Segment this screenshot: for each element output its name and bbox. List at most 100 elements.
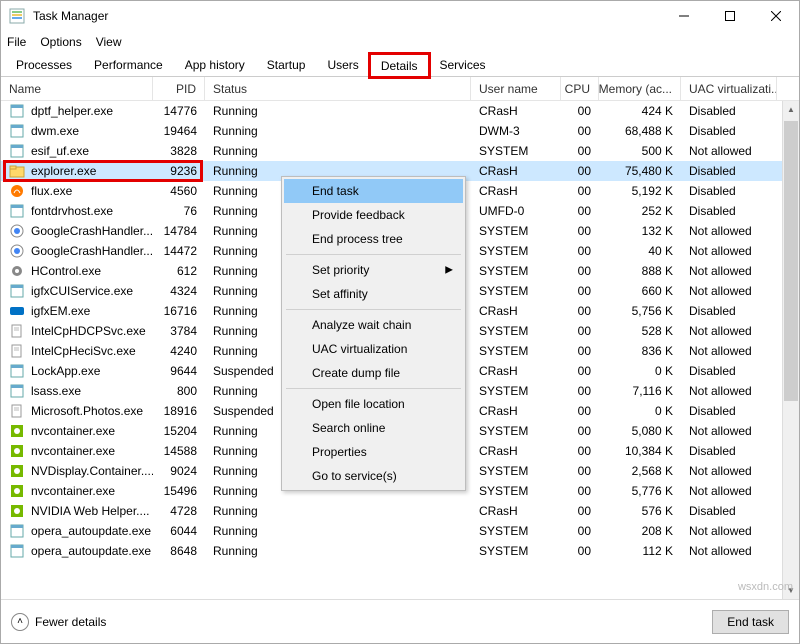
process-icon bbox=[9, 123, 25, 139]
process-icon bbox=[9, 543, 25, 559]
process-cpu: 00 bbox=[561, 404, 599, 418]
process-icon bbox=[9, 323, 25, 339]
process-name: igfxEM.exe bbox=[31, 304, 90, 318]
process-cpu: 00 bbox=[561, 104, 599, 118]
process-cpu: 00 bbox=[561, 384, 599, 398]
process-user: SYSTEM bbox=[471, 464, 561, 478]
col-pid[interactable]: PID bbox=[153, 77, 205, 100]
table-row[interactable]: esif_uf.exe3828RunningSYSTEM00500 KNot a… bbox=[1, 141, 799, 161]
process-status: Running bbox=[205, 544, 471, 558]
process-uac: Disabled bbox=[681, 404, 777, 418]
menu-options[interactable]: Options bbox=[40, 35, 81, 49]
process-pid: 18916 bbox=[153, 404, 205, 418]
process-name: dptf_helper.exe bbox=[31, 104, 113, 118]
menu-item-properties[interactable]: Properties bbox=[284, 440, 463, 464]
col-uac[interactable]: UAC virtualizati... bbox=[681, 77, 777, 100]
process-status: Running bbox=[205, 104, 471, 118]
process-user: CRasH bbox=[471, 364, 561, 378]
process-pid: 15496 bbox=[153, 484, 205, 498]
process-memory: 5,776 K bbox=[599, 484, 681, 498]
process-icon bbox=[9, 343, 25, 359]
menu-item-end-task[interactable]: End task bbox=[284, 179, 463, 203]
menu-view[interactable]: View bbox=[96, 35, 122, 49]
process-pid: 19464 bbox=[153, 124, 205, 138]
menu-file[interactable]: File bbox=[7, 35, 26, 49]
menu-item-set-affinity[interactable]: Set affinity bbox=[284, 282, 463, 306]
process-cpu: 00 bbox=[561, 484, 599, 498]
col-user[interactable]: User name bbox=[471, 77, 561, 100]
table-row[interactable]: NVIDIA Web Helper....4728RunningCRasH005… bbox=[1, 501, 799, 521]
fewer-details-button[interactable]: ˄ Fewer details bbox=[11, 613, 106, 631]
column-headers: Name PID Status User name CPU Memory (ac… bbox=[1, 77, 799, 101]
process-pid: 8648 bbox=[153, 544, 205, 558]
window-controls bbox=[661, 1, 799, 31]
tab-details[interactable]: Details bbox=[370, 54, 429, 77]
process-icon bbox=[9, 423, 25, 439]
end-task-button[interactable]: End task bbox=[712, 610, 789, 634]
tab-services[interactable]: Services bbox=[429, 53, 497, 76]
tab-performance[interactable]: Performance bbox=[83, 53, 174, 76]
process-uac: Not allowed bbox=[681, 524, 777, 538]
scroll-up-arrow-icon[interactable]: ▲ bbox=[783, 101, 799, 118]
table-row[interactable]: opera_autoupdate.exe8648RunningSYSTEM001… bbox=[1, 541, 799, 561]
process-name: dwm.exe bbox=[31, 124, 79, 138]
process-uac: Not allowed bbox=[681, 244, 777, 258]
process-uac: Disabled bbox=[681, 124, 777, 138]
minimize-button[interactable] bbox=[661, 1, 707, 31]
menu-item-create-dump-file[interactable]: Create dump file bbox=[284, 361, 463, 385]
window-title: Task Manager bbox=[33, 9, 661, 23]
col-cpu[interactable]: CPU bbox=[561, 77, 599, 100]
process-icon bbox=[9, 143, 25, 159]
process-pid: 9236 bbox=[153, 164, 205, 178]
process-uac: Disabled bbox=[681, 444, 777, 458]
process-memory: 576 K bbox=[599, 504, 681, 518]
process-memory: 5,080 K bbox=[599, 424, 681, 438]
menu-item-set-priority[interactable]: Set priority▶ bbox=[284, 258, 463, 282]
process-cpu: 00 bbox=[561, 364, 599, 378]
col-mem[interactable]: Memory (ac... bbox=[599, 77, 681, 100]
process-cpu: 00 bbox=[561, 304, 599, 318]
tab-users[interactable]: Users bbox=[316, 53, 369, 76]
maximize-button[interactable] bbox=[707, 1, 753, 31]
col-status[interactable]: Status bbox=[205, 77, 471, 100]
table-row[interactable]: dptf_helper.exe14776RunningCRasH00424 KD… bbox=[1, 101, 799, 121]
process-user: CRasH bbox=[471, 184, 561, 198]
process-user: SYSTEM bbox=[471, 484, 561, 498]
process-user: SYSTEM bbox=[471, 144, 561, 158]
tab-startup[interactable]: Startup bbox=[256, 53, 317, 76]
process-cpu: 00 bbox=[561, 504, 599, 518]
tab-app-history[interactable]: App history bbox=[174, 53, 256, 76]
process-icon bbox=[9, 443, 25, 459]
col-name[interactable]: Name bbox=[1, 77, 153, 100]
close-button[interactable] bbox=[753, 1, 799, 31]
menu-item-end-process-tree[interactable]: End process tree bbox=[284, 227, 463, 251]
tab-processes[interactable]: Processes bbox=[5, 53, 83, 76]
menu-item-go-to-service-s-[interactable]: Go to service(s) bbox=[284, 464, 463, 488]
menu-item-open-file-location[interactable]: Open file location bbox=[284, 392, 463, 416]
process-cpu: 00 bbox=[561, 164, 599, 178]
vertical-scrollbar[interactable]: ▲ ▼ bbox=[782, 101, 799, 599]
process-user: CRasH bbox=[471, 404, 561, 418]
process-memory: 660 K bbox=[599, 284, 681, 298]
process-user: SYSTEM bbox=[471, 524, 561, 538]
menu-item-uac-virtualization[interactable]: UAC virtualization bbox=[284, 337, 463, 361]
process-user: CRasH bbox=[471, 304, 561, 318]
process-name: nvcontainer.exe bbox=[31, 444, 115, 458]
menu-item-search-online[interactable]: Search online bbox=[284, 416, 463, 440]
menu-item-analyze-wait-chain[interactable]: Analyze wait chain bbox=[284, 313, 463, 337]
process-memory: 424 K bbox=[599, 104, 681, 118]
process-memory: 252 K bbox=[599, 204, 681, 218]
process-list[interactable]: dptf_helper.exe14776RunningCRasH00424 KD… bbox=[1, 101, 799, 599]
menu-item-provide-feedback[interactable]: Provide feedback bbox=[284, 203, 463, 227]
process-pid: 16716 bbox=[153, 304, 205, 318]
process-name: NVDisplay.Container.... bbox=[31, 464, 153, 478]
scroll-thumb[interactable] bbox=[784, 121, 798, 401]
table-row[interactable]: opera_autoupdate.exe6044RunningSYSTEM002… bbox=[1, 521, 799, 541]
table-row[interactable]: dwm.exe19464RunningDWM-30068,488 KDisabl… bbox=[1, 121, 799, 141]
menu-separator bbox=[286, 254, 461, 255]
process-user: SYSTEM bbox=[471, 284, 561, 298]
process-cpu: 00 bbox=[561, 424, 599, 438]
process-pid: 9644 bbox=[153, 364, 205, 378]
process-name: GoogleCrashHandler... bbox=[31, 224, 153, 238]
process-memory: 75,480 K bbox=[599, 164, 681, 178]
